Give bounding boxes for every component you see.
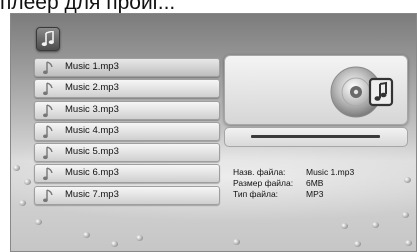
player-screen: Music 1.mp3 Music 2.mp3 Music 3.mp3 Musi… bbox=[10, 13, 417, 252]
playlist-item[interactable]: Music 5.mp3 bbox=[34, 143, 220, 163]
progress-track[interactable] bbox=[251, 135, 380, 138]
playlist-item-label: Music 1.mp3 bbox=[65, 61, 119, 72]
file-size-value: 6MB bbox=[306, 178, 324, 188]
decor-ball bbox=[35, 219, 42, 225]
decor-ball bbox=[405, 240, 412, 246]
decor-ball bbox=[372, 222, 379, 228]
decor-ball bbox=[354, 241, 361, 247]
playlist-item-label: Music 5.mp3 bbox=[65, 146, 119, 158]
decor-ball bbox=[83, 232, 90, 238]
decor-ball bbox=[402, 212, 409, 218]
music-note-icon bbox=[42, 80, 56, 97]
music-note-icon bbox=[42, 144, 56, 161]
file-type-value: MP3 bbox=[306, 189, 324, 199]
playlist-item-label: Music 7.mp3 bbox=[65, 188, 119, 200]
album-cover-panel bbox=[224, 55, 408, 125]
playback-progress[interactable] bbox=[224, 127, 408, 147]
playlist-item[interactable]: Music 7.mp3 bbox=[34, 185, 220, 205]
playlist-item[interactable]: Music 4.mp3 bbox=[34, 121, 220, 141]
playlist: Music 1.mp3 Music 2.mp3 Music 3.mp3 Musi… bbox=[34, 58, 220, 207]
decor-ball bbox=[24, 179, 31, 185]
decor-ball bbox=[136, 235, 143, 241]
playlist-item-label: Music 4.mp3 bbox=[65, 124, 119, 136]
file-name-value: Music 1.mp3 bbox=[306, 167, 355, 177]
file-type-label: Тип файла: bbox=[233, 189, 279, 199]
music-note-icon bbox=[42, 123, 56, 140]
decor-ball bbox=[341, 223, 348, 229]
music-note-icon bbox=[42, 187, 56, 204]
music-note-icon bbox=[42, 59, 56, 76]
decor-ball bbox=[404, 177, 411, 183]
playlist-item-label: Music 2.mp3 bbox=[65, 82, 119, 94]
playlist-item[interactable]: Music 3.mp3 bbox=[34, 100, 220, 120]
decor-ball bbox=[19, 200, 26, 206]
file-name-label: Назв. файла: bbox=[233, 167, 286, 177]
cd-music-icon bbox=[330, 66, 394, 118]
decor-ball bbox=[111, 241, 118, 247]
music-note-icon bbox=[42, 165, 56, 182]
decor-ball bbox=[13, 165, 20, 171]
decor-ball bbox=[233, 239, 240, 245]
playlist-item[interactable]: Music 2.mp3 bbox=[34, 79, 220, 99]
music-note-icon bbox=[42, 102, 56, 119]
file-info: Назв. файла: Music 1.mp3 Размер файла: 6… bbox=[233, 167, 403, 200]
file-size-label: Размер файла: bbox=[233, 178, 294, 188]
playlist-item[interactable]: Music 6.mp3 bbox=[34, 164, 220, 184]
playlist-item[interactable]: Music 1.mp3 bbox=[34, 58, 220, 77]
music-note-icon[interactable] bbox=[36, 27, 60, 51]
playlist-item-label: Music 6.mp3 bbox=[65, 167, 119, 179]
playlist-item-label: Music 3.mp3 bbox=[65, 103, 119, 115]
